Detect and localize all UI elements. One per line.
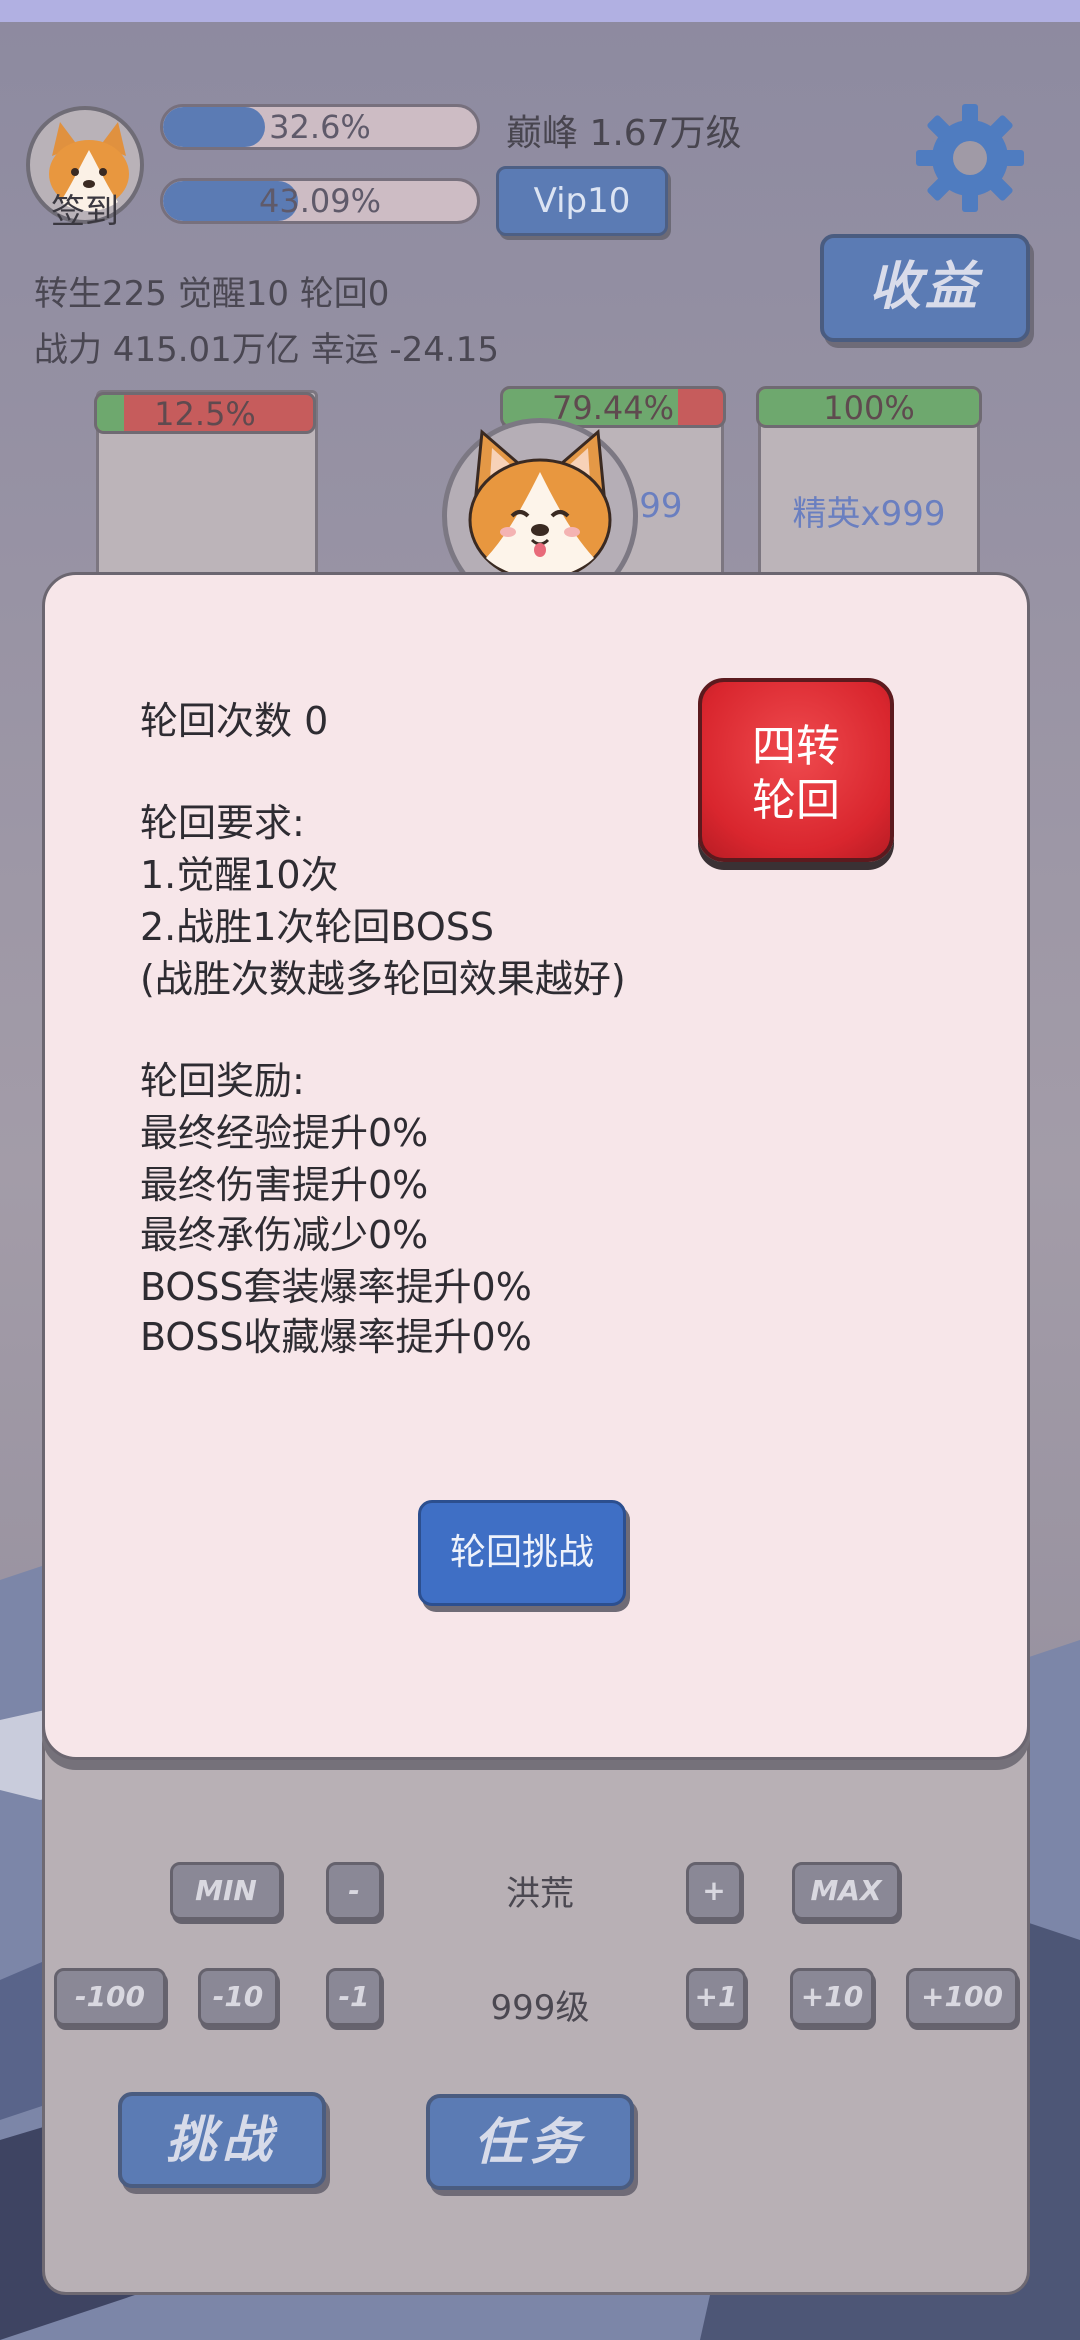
min-button[interactable]: MIN [170, 1862, 282, 1920]
corgi-pet-icon [468, 428, 612, 582]
task-button[interactable]: 任务 [426, 2094, 634, 2190]
elite-count-label: 精英x999 [792, 494, 946, 534]
plus-100-button[interactable]: +100 [906, 1968, 1018, 2026]
income-button[interactable]: 收益 [820, 234, 1030, 342]
second-progress-text: 43.09% [258, 182, 381, 220]
reincarnation-button-line2: 轮回 [752, 775, 840, 826]
minus-1-button[interactable]: -1 [326, 1968, 382, 2026]
challenge-button[interactable]: 挑战 [118, 2092, 326, 2188]
requirements-title: 轮回要求: [140, 801, 305, 845]
rebirth-stats: 转生225 觉醒10 轮回0 [34, 274, 390, 314]
reward-item: 最终伤害提升0% [140, 1163, 429, 1207]
reward-item: BOSS套装爆率提升0% [140, 1265, 532, 1309]
vip-button[interactable]: Vip10 [496, 166, 668, 236]
reward-item: 最终承伤减少0% [140, 1213, 429, 1257]
monster-hp-text: 12.5% [154, 395, 256, 433]
plus-button[interactable]: + [686, 1862, 742, 1920]
reincarnation-count: 轮回次数 0 [140, 699, 329, 743]
exp-progress-text: 32.6% [269, 108, 371, 146]
second-progress-bar: 43.09% [160, 178, 480, 224]
requirement-note: (战胜次数越多轮回效果越好) [140, 957, 626, 1001]
zone-name: 洪荒 [506, 1874, 574, 1914]
requirement-item: 1.觉醒10次 [140, 853, 339, 897]
plus-1-button[interactable]: +1 [686, 1968, 746, 2026]
plus-10-button[interactable]: +10 [790, 1968, 874, 2026]
reincarnation-challenge-button[interactable]: 轮回挑战 [418, 1500, 626, 1606]
rewards-title: 轮回奖励: [140, 1059, 305, 1103]
fourth-reincarnation-button[interactable]: 四转 轮回 [698, 678, 894, 862]
minus-100-button[interactable]: -100 [54, 1968, 166, 2026]
max-button[interactable]: MAX [792, 1862, 900, 1920]
exp-progress-bar: 32.6% [160, 104, 480, 150]
monster-hp-bar: 12.5% [94, 392, 316, 434]
minus-10-button[interactable]: -10 [198, 1968, 278, 2026]
reward-item: 最终经验提升0% [140, 1111, 429, 1155]
monster-hp-bar: 100% [756, 386, 982, 428]
stage-level: 999级 [490, 1988, 590, 2028]
reincarnation-button-line1: 四转 [752, 721, 840, 772]
monster-hp-text: 100% [823, 389, 915, 427]
minus-button[interactable]: - [326, 1862, 382, 1920]
status-strip [0, 0, 1080, 22]
gear-icon[interactable] [910, 98, 1030, 218]
peak-level-text: 巅峰 1.67万级 [506, 113, 742, 154]
reward-item: BOSS收藏爆率提升0% [140, 1315, 532, 1359]
checkin-label[interactable]: 签到 [26, 184, 144, 233]
requirement-item: 2.战胜1次轮回BOSS [140, 905, 494, 949]
power-luck-stats: 战力 415.01万亿 幸运 -24.15 [34, 330, 499, 370]
